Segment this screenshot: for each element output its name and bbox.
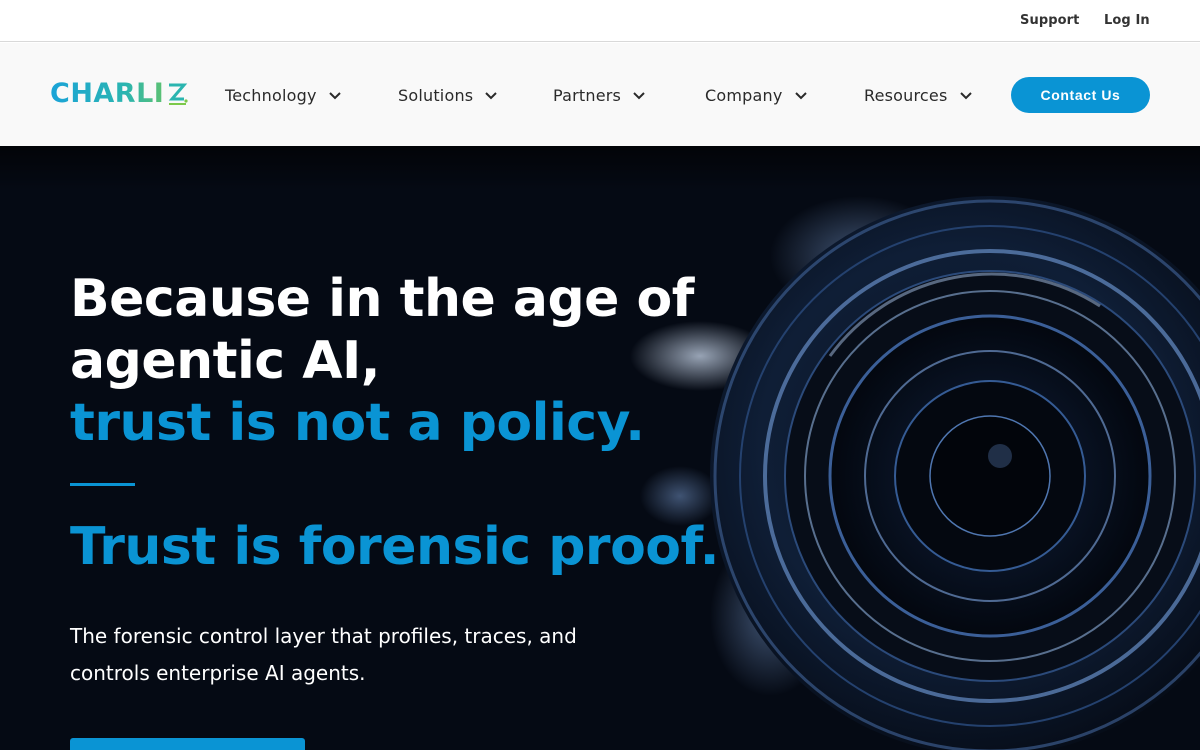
nav-item-solutions[interactable]: Solutions [398, 83, 499, 107]
chevron-down-icon [328, 92, 341, 100]
hero-section: Because in the age of agentic AI, trust … [0, 146, 1200, 750]
headline-line-1: Because in the age of [70, 269, 694, 329]
nav-item-label: Partners [553, 85, 622, 105]
chevron-down-icon [794, 92, 807, 100]
headline-accent: trust is not a policy. [70, 393, 645, 453]
logo-text: CHARLI [50, 78, 165, 109]
main-nav: CHARLI Technology Solutions Partners Com… [0, 43, 1200, 146]
headline-divider [70, 483, 135, 486]
nav-item-company[interactable]: Company [705, 83, 809, 107]
chevron-down-icon [959, 92, 972, 100]
hero-description: The forensic control layer that profiles… [70, 624, 577, 685]
support-link[interactable]: Support [1020, 13, 1080, 28]
hero-headline: Because in the age of agentic AI, trust … [70, 268, 770, 454]
login-link[interactable]: Log In [1104, 13, 1150, 28]
nav-item-resources[interactable]: Resources [864, 83, 974, 107]
logo-mark-icon [169, 83, 188, 105]
nav-item-partners[interactable]: Partners [553, 83, 647, 107]
contact-us-button[interactable]: Contact Us [1011, 77, 1150, 113]
charli-logo[interactable]: CHARLI [50, 79, 188, 109]
chevron-down-icon [633, 92, 645, 100]
chevron-down-icon [485, 92, 498, 100]
nav-item-label: Solutions [398, 85, 474, 105]
utility-bar: Support Log In [0, 0, 1200, 42]
nav-item-technology[interactable]: Technology [225, 83, 343, 107]
nav-item-label: Company [705, 85, 783, 105]
nav-item-label: Technology [225, 85, 317, 105]
nav-item-label: Resources [864, 85, 948, 105]
hero-subheadline: Trust is forensic proof. [70, 517, 720, 577]
hero-cta-button[interactable] [70, 738, 305, 750]
headline-line-2: agentic AI, [70, 331, 381, 391]
